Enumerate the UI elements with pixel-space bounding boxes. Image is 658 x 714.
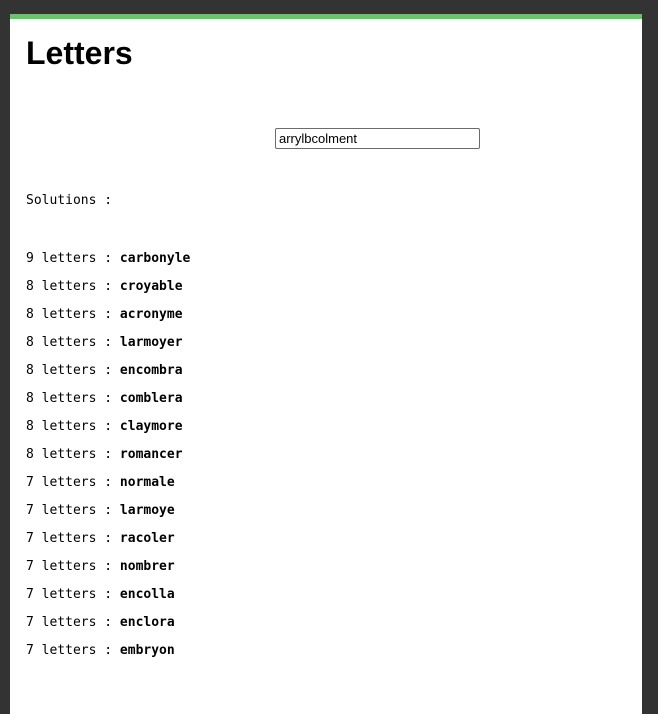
list-item: 8 letters : comblera [26, 391, 190, 419]
letter-count-label: 8 letters : [26, 279, 120, 294]
list-item: 8 letters : encombra [26, 363, 190, 391]
letter-count-label: 8 letters : [26, 307, 120, 322]
letter-count-label: 7 letters : [26, 531, 120, 546]
letter-count-label: 7 letters : [26, 643, 120, 658]
solution-word: larmoyer [119, 335, 183, 350]
list-item: 8 letters : claymore [26, 419, 190, 447]
letter-count-label: 8 letters : [26, 419, 120, 434]
list-item: 7 letters : encolla [26, 587, 190, 615]
page-title: Letters [26, 35, 133, 71]
list-item: 8 letters : acronyme [26, 307, 190, 335]
page-container: Letters Solutions : 9 letters : carbonyl… [10, 14, 642, 714]
solution-word: acronyme [119, 307, 183, 322]
solution-word: encombra [119, 363, 183, 378]
solution-word: larmoye [119, 503, 175, 518]
letter-count-label: 8 letters : [26, 363, 120, 378]
solutions-list: 9 letters : carbonyle 8 letters : croyab… [26, 251, 190, 671]
list-item: 7 letters : embryon [26, 643, 190, 671]
solution-word: racoler [119, 531, 175, 546]
list-item: 8 letters : romancer [26, 447, 190, 475]
letter-count-label: 7 letters : [26, 503, 120, 518]
solution-word: enclora [119, 615, 175, 630]
solution-word: claymore [119, 419, 183, 434]
letter-count-label: 9 letters : [26, 251, 120, 266]
letters-input[interactable] [275, 128, 480, 149]
list-item: 7 letters : nombrer [26, 559, 190, 587]
list-item: 9 letters : carbonyle [26, 251, 190, 279]
list-item: 8 letters : larmoyer [26, 335, 190, 363]
solution-word: normale [119, 475, 175, 490]
list-item: 7 letters : normale [26, 475, 190, 503]
list-item: 7 letters : enclora [26, 615, 190, 643]
solution-word: romancer [119, 447, 183, 462]
letter-count-label: 8 letters : [26, 335, 120, 350]
solution-word: encolla [119, 587, 175, 602]
list-item: 7 letters : larmoye [26, 503, 190, 531]
letter-count-label: 7 letters : [26, 615, 120, 630]
solution-word: croyable [119, 279, 183, 294]
solution-word: comblera [119, 391, 183, 406]
letter-count-label: 8 letters : [26, 391, 120, 406]
letter-count-label: 7 letters : [26, 475, 120, 490]
letter-count-label: 7 letters : [26, 587, 120, 602]
list-item: 7 letters : racoler [26, 531, 190, 559]
solutions-label: Solutions : [26, 193, 113, 208]
solution-word: embryon [119, 643, 175, 658]
solution-word: carbonyle [119, 251, 191, 266]
solution-word: nombrer [119, 559, 175, 574]
list-item: 8 letters : croyable [26, 279, 190, 307]
letter-count-label: 8 letters : [26, 447, 120, 462]
letter-count-label: 7 letters : [26, 559, 120, 574]
